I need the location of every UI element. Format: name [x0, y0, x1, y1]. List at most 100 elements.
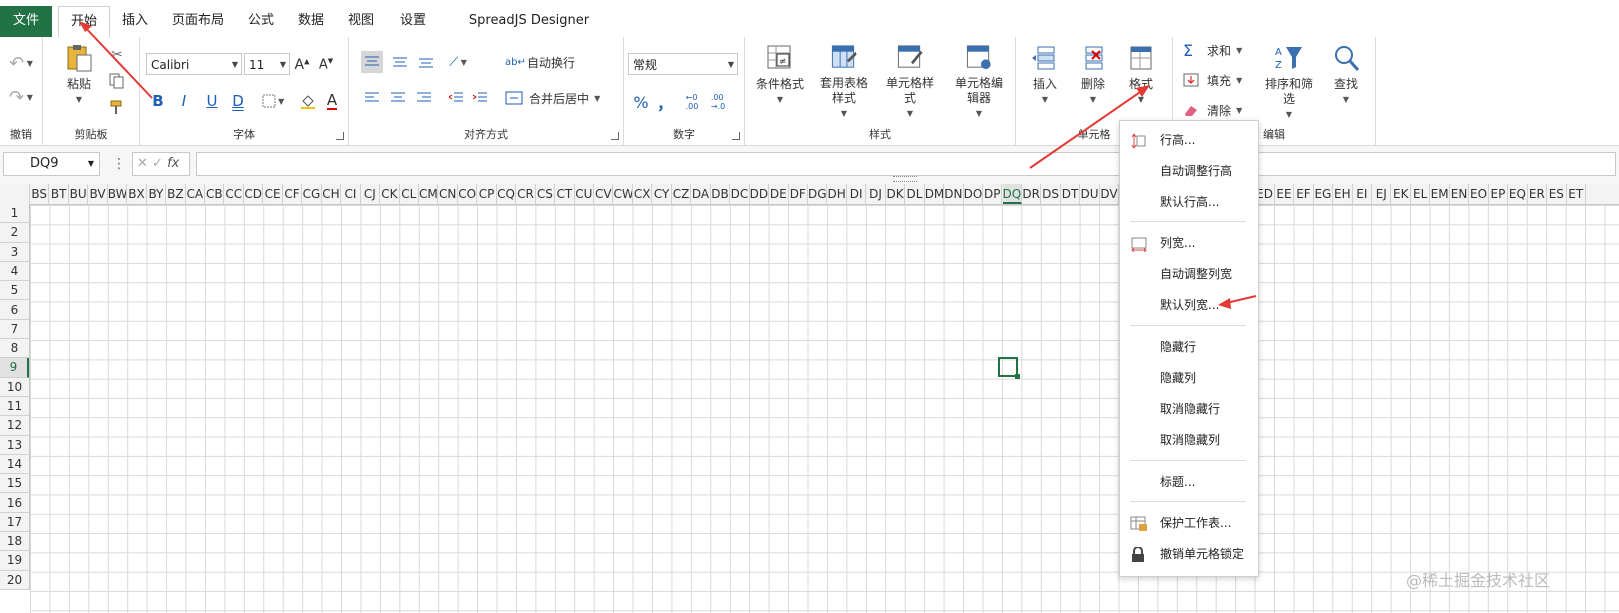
column-header-eh[interactable]: EH	[1333, 184, 1353, 204]
fill-button[interactable]: 填充 ▼	[1183, 69, 1253, 91]
row-header-12[interactable]: 12	[0, 416, 29, 436]
row-header-7[interactable]: 7	[0, 320, 29, 340]
comma-button[interactable]: ，	[654, 91, 676, 113]
tab-data[interactable]: 数据	[290, 6, 332, 36]
column-header-cm[interactable]: CM	[419, 184, 439, 204]
cell-editor-button[interactable]: 单元格编 辑器 ▼	[949, 37, 1009, 121]
format-menu-item-7[interactable]: 隐藏列	[1120, 364, 1256, 392]
format-menu-item-2[interactable]: 默认行高...	[1120, 188, 1256, 216]
align-middle-button[interactable]	[389, 51, 411, 73]
column-header-cu[interactable]: CU	[575, 184, 595, 204]
row-header-8[interactable]: 8	[0, 339, 29, 359]
formula-bar-menu-icon[interactable]: ⋮	[112, 156, 126, 172]
row-header-11[interactable]: 11	[0, 397, 29, 417]
column-header-bv[interactable]: BV	[88, 184, 108, 204]
column-header-df[interactable]: DF	[789, 184, 808, 204]
column-header-dm[interactable]: DM	[925, 184, 945, 204]
column-header-ci[interactable]: CI	[341, 184, 361, 204]
double-underline-button[interactable]: D	[228, 91, 248, 111]
tab-license[interactable]: SpreadJS Designer License	[444, 6, 614, 58]
font-family-select[interactable]: Calibri ▼	[146, 53, 242, 75]
delete-cells-button[interactable]: 删除 ▼	[1072, 37, 1114, 117]
column-header-cr[interactable]: CR	[516, 184, 536, 204]
column-header-dl[interactable]: DL	[905, 184, 925, 204]
row-header-3[interactable]: 3	[0, 243, 29, 262]
increase-indent-button[interactable]	[469, 87, 491, 109]
tab-page-layout[interactable]: 页面布局	[164, 6, 232, 36]
sort-filter-button[interactable]: AZ 排序和筛 选 ▼	[1261, 37, 1317, 125]
column-header-cg[interactable]: CG	[302, 184, 322, 204]
tab-home[interactable]: 开始	[58, 6, 110, 39]
column-header-dh[interactable]: DH	[827, 184, 847, 204]
format-menu-item-10[interactable]: 标题...	[1120, 468, 1256, 496]
tab-settings[interactable]: 设置	[390, 6, 436, 36]
column-header-cx[interactable]: CX	[633, 184, 653, 204]
column-header-dr[interactable]: DR	[1022, 184, 1042, 204]
row-header-20[interactable]: 20	[0, 571, 29, 590]
column-header-dg[interactable]: DG	[808, 184, 828, 204]
column-header-dq[interactable]: DQ	[1002, 184, 1022, 204]
formula-input[interactable]	[196, 152, 1616, 176]
format-menu-item-11[interactable]: 保护工作表...	[1120, 509, 1256, 537]
tab-insert[interactable]: 插入	[114, 6, 156, 36]
row-header-14[interactable]: 14	[0, 455, 29, 475]
format-painter-button[interactable]	[107, 97, 127, 117]
confirm-icon[interactable]: ✓	[152, 156, 163, 171]
column-header-ch[interactable]: CH	[322, 184, 342, 204]
align-right-button[interactable]	[413, 87, 435, 109]
column-header-er[interactable]: ER	[1528, 184, 1548, 204]
copy-button[interactable]	[107, 71, 127, 91]
column-header-bs[interactable]: BS	[30, 184, 50, 204]
row-header-18[interactable]: 18	[0, 532, 29, 552]
format-menu-item-4[interactable]: 自动调整列宽	[1120, 260, 1256, 288]
column-header-ee[interactable]: EE	[1275, 184, 1295, 204]
active-cell[interactable]	[998, 357, 1020, 379]
alignment-dialog-launcher[interactable]	[611, 132, 619, 140]
column-header-by[interactable]: BY	[147, 184, 167, 204]
format-menu-item-3[interactable]: 列宽...	[1120, 229, 1256, 257]
clear-button[interactable]: 清除 ▼	[1183, 99, 1253, 121]
column-header-cp[interactable]: CP	[477, 184, 497, 204]
name-box[interactable]: DQ9 ▼	[3, 152, 100, 176]
column-header-ef[interactable]: EF	[1294, 184, 1314, 204]
increase-decimal-button[interactable]: ←0.00	[680, 91, 704, 113]
column-header-eq[interactable]: EQ	[1508, 184, 1528, 204]
column-header-bt[interactable]: BT	[49, 184, 69, 204]
row-header-10[interactable]: 10	[0, 378, 29, 397]
align-top-button[interactable]	[361, 51, 383, 73]
row-header-16[interactable]: 16	[0, 494, 29, 513]
format-menu-item-9[interactable]: 取消隐藏列	[1120, 426, 1256, 454]
merge-center-button[interactable]: 合并后居中 ▼	[505, 87, 609, 109]
column-header-cs[interactable]: CS	[536, 184, 556, 204]
column-header-cn[interactable]: CN	[438, 184, 458, 204]
cell-styles-button[interactable]: 单元格样 式 ▼	[881, 37, 939, 121]
tab-view[interactable]: 视图	[340, 6, 382, 36]
column-header-bw[interactable]: BW	[108, 184, 128, 204]
column-header-di[interactable]: DI	[847, 184, 867, 204]
column-header-eo[interactable]: EO	[1469, 184, 1489, 204]
redo-button[interactable]: ↷ ▼	[4, 87, 38, 108]
column-header-dj[interactable]: DJ	[866, 184, 886, 204]
column-header-bz[interactable]: BZ	[166, 184, 186, 204]
column-header-ce[interactable]: CE	[263, 184, 283, 204]
column-header-cz[interactable]: CZ	[672, 184, 692, 204]
row-header-6[interactable]: 6	[0, 301, 29, 320]
font-color-button[interactable]: A	[322, 91, 342, 111]
column-header-dc[interactable]: DC	[730, 184, 750, 204]
column-header-bu[interactable]: BU	[69, 184, 89, 204]
number-format-select[interactable]: 常规 ▼	[628, 53, 738, 75]
formula-bar-resize-handle[interactable]	[893, 176, 917, 182]
row-header-17[interactable]: 17	[0, 513, 29, 533]
insert-cells-button[interactable]: 插入 ▼	[1024, 37, 1066, 117]
format-cells-button[interactable]: 格式 ▼	[1120, 37, 1162, 117]
fill-color-button[interactable]	[298, 91, 318, 111]
column-header-cw[interactable]: CW	[614, 184, 633, 204]
insert-function-button[interactable]: fx	[167, 156, 179, 171]
column-header-et[interactable]: ET	[1567, 184, 1586, 204]
wrap-text-button[interactable]: ab↵ 自动换行	[505, 51, 589, 73]
row-header-19[interactable]: 19	[0, 551, 29, 571]
find-button[interactable]: 查找 ▼	[1323, 37, 1369, 117]
column-header-ca[interactable]: CA	[186, 184, 206, 204]
cancel-icon[interactable]: ✕	[137, 156, 148, 171]
column-header-ep[interactable]: EP	[1489, 184, 1509, 204]
